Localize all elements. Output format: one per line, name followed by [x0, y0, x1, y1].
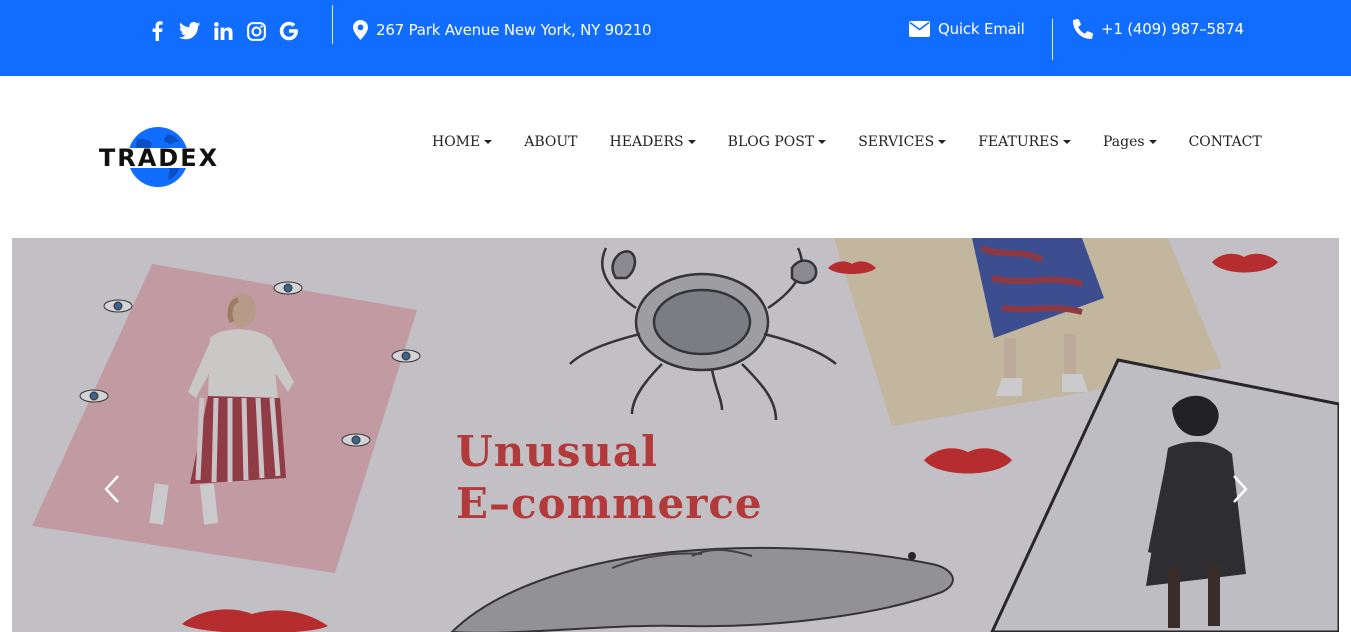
hero-title-line2: E–commerce [456, 479, 763, 528]
slider-prev-button[interactable] [100, 472, 126, 506]
address-text: 267 Park Avenue New York, NY 90210 [376, 21, 652, 39]
caret-down-icon [818, 140, 827, 144]
nav-item-about[interactable]: ABOUT [524, 134, 577, 150]
linkedin-icon[interactable] [212, 20, 234, 42]
phone-number: +1 (409) 987–5874 [1101, 20, 1244, 38]
instagram-icon[interactable] [245, 20, 267, 42]
nav-item-label: ABOUT [524, 134, 578, 150]
hero-title-line1: Unusual [456, 427, 659, 476]
hero-title: Unusual E–commerce [456, 426, 763, 530]
social-links [146, 18, 300, 44]
nav-item-label: HEADERS [609, 134, 684, 150]
nav-item-blog-post[interactable]: BLOG POST [728, 134, 827, 150]
caret-down-icon [687, 140, 696, 144]
hero-slider: Unusual E–commerce [12, 238, 1339, 632]
nav-item-contact[interactable]: CONTACT [1189, 134, 1262, 150]
top-bar: 267 Park Avenue New York, NY 90210 Quick… [0, 0, 1351, 76]
twitter-icon[interactable] [179, 20, 201, 42]
facebook-icon[interactable] [146, 20, 168, 42]
main-nav: HOME ABOUT HEADERS BLOG POST SERVICES FE… [432, 134, 1262, 150]
envelope-icon [909, 21, 930, 37]
quick-email-label: Quick Email [938, 20, 1025, 38]
caret-down-icon [1062, 140, 1071, 144]
phone-icon [1073, 19, 1093, 39]
nav-item-label: FEATURES [978, 134, 1059, 150]
caret-down-icon [938, 140, 947, 144]
nav-item-label: CONTACT [1188, 134, 1262, 150]
nav-item-services[interactable]: SERVICES [858, 134, 947, 150]
map-marker-icon [353, 20, 368, 40]
nav-item-label: BLOG POST [727, 134, 815, 150]
address-info: 267 Park Avenue New York, NY 90210 [353, 20, 652, 40]
quick-email-link[interactable]: Quick Email [909, 20, 1025, 38]
top-divider [332, 5, 333, 44]
nav-item-label: HOME [432, 134, 481, 150]
caret-down-icon [484, 140, 493, 144]
brand-name: TRADEX [99, 144, 219, 172]
nav-item-label: Pages [1102, 134, 1145, 150]
slider-next-button[interactable] [1226, 472, 1252, 506]
nav-item-features[interactable]: FEATURES [978, 134, 1071, 150]
nav-item-home[interactable]: HOME [432, 134, 493, 150]
chevron-left-icon [104, 475, 119, 503]
nav-item-headers[interactable]: HEADERS [610, 134, 696, 150]
nav-item-label: SERVICES [858, 134, 935, 150]
chevron-right-icon [1233, 475, 1248, 503]
site-header: TRADEX HOME ABOUT HEADERS BLOG POST SERV… [0, 76, 1351, 238]
nav-item-pages[interactable]: Pages [1103, 134, 1157, 150]
caret-down-icon [1148, 140, 1157, 144]
google-icon[interactable] [278, 20, 300, 42]
top-divider [1052, 19, 1053, 60]
phone-link[interactable]: +1 (409) 987–5874 [1073, 19, 1244, 39]
brand-logo[interactable]: TRADEX [97, 124, 221, 190]
